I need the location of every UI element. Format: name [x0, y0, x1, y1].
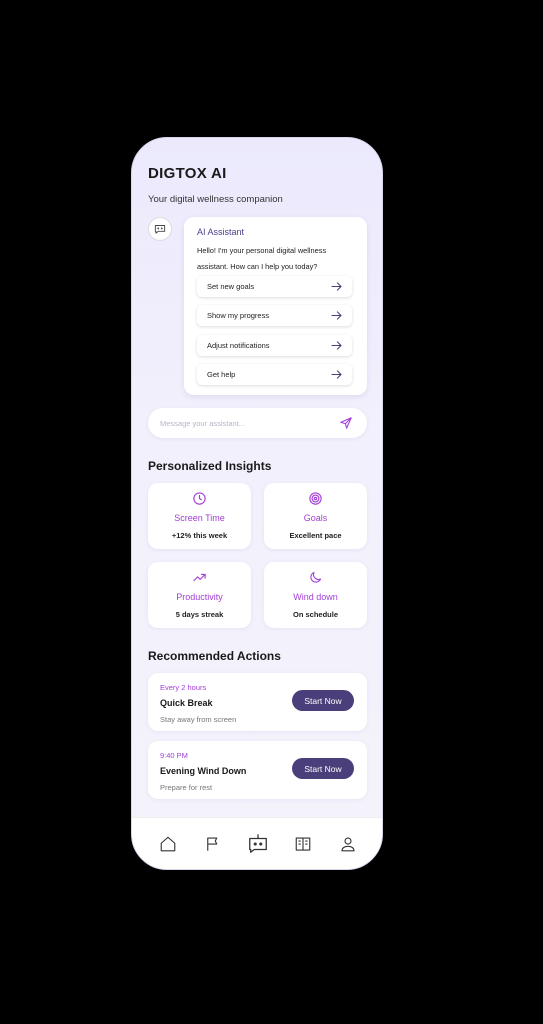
moon-icon — [264, 570, 367, 585]
option-label: Adjust notifications — [207, 341, 270, 350]
start-now-button[interactable]: Start Now — [292, 690, 354, 711]
arrow-right-icon — [331, 311, 342, 320]
action-card-quick-break: Every 2 hours Quick Break Stay away from… — [148, 673, 367, 731]
profile-icon[interactable] — [336, 832, 360, 856]
option-adjust-notifications[interactable]: Adjust notifications — [197, 335, 352, 356]
insight-title: Goals — [303, 513, 328, 523]
insight-value: On schedule — [292, 610, 338, 619]
insight-value: 5 days streak — [175, 610, 224, 619]
option-set-new-goals[interactable]: Set new goals — [197, 276, 352, 297]
assistant-chat-card: AI Assistant Hello! I'm your personal di… — [184, 217, 367, 395]
action-description: Stay away from screen — [160, 715, 237, 724]
insight-title: Screen Time — [174, 513, 225, 523]
message-bar — [148, 408, 367, 438]
insights-title: Personalized Insights — [148, 459, 272, 473]
option-label: Get help — [207, 370, 236, 379]
start-now-button[interactable]: Start Now — [292, 758, 354, 779]
bottom-nav — [132, 817, 382, 869]
option-show-my-progress[interactable]: Show my progress — [197, 305, 352, 326]
trending-up-icon — [148, 570, 251, 585]
home-icon[interactable] — [156, 832, 180, 856]
action-name: Evening Wind Down — [160, 766, 247, 776]
insight-card-productivity[interactable]: Productivity 5 days streak — [148, 562, 251, 628]
clock-icon — [148, 491, 251, 506]
app-title: DIGTOX AI — [148, 165, 227, 182]
assistant-message: Hello! I'm your personal digital wellnes… — [197, 246, 327, 271]
bot-icon[interactable] — [246, 832, 270, 856]
phone-screen: DIGTOX AI Your digital wellness companio… — [131, 137, 383, 870]
action-card-evening-wind-down: 9:40 PM Evening Wind Down Prepare for re… — [148, 741, 367, 799]
assistant-name: AI Assistant — [197, 227, 245, 237]
insight-card-screen-time[interactable]: Screen Time +12% this week — [148, 483, 251, 549]
send-icon[interactable] — [339, 416, 353, 430]
insight-title: Wind down — [293, 592, 338, 602]
flag-icon[interactable] — [201, 832, 225, 856]
insight-value: +12% this week — [171, 531, 228, 540]
arrow-right-icon — [331, 282, 342, 291]
option-get-help[interactable]: Get help — [197, 364, 352, 385]
action-name: Quick Break — [160, 698, 213, 708]
action-schedule: Every 2 hours — [160, 683, 207, 692]
journal-icon[interactable] — [291, 832, 315, 856]
action-schedule: 9:40 PM — [160, 751, 188, 760]
action-description: Prepare for rest — [160, 783, 213, 792]
bot-icon — [154, 225, 166, 234]
insight-title: Productivity — [176, 592, 223, 602]
option-label: Set new goals — [207, 282, 255, 291]
app-subtitle: Your digital wellness companion — [148, 194, 283, 205]
bot-avatar — [148, 217, 172, 241]
target-icon — [264, 491, 367, 506]
insight-value: Excellent pace — [289, 531, 342, 540]
message-input[interactable] — [160, 418, 320, 428]
arrow-right-icon — [331, 341, 342, 350]
option-label: Show my progress — [207, 311, 270, 320]
insight-card-goals[interactable]: Goals Excellent pace — [264, 483, 367, 549]
actions-title: Recommended Actions — [148, 649, 281, 663]
insight-card-wind-down[interactable]: Wind down On schedule — [264, 562, 367, 628]
arrow-right-icon — [331, 370, 342, 379]
